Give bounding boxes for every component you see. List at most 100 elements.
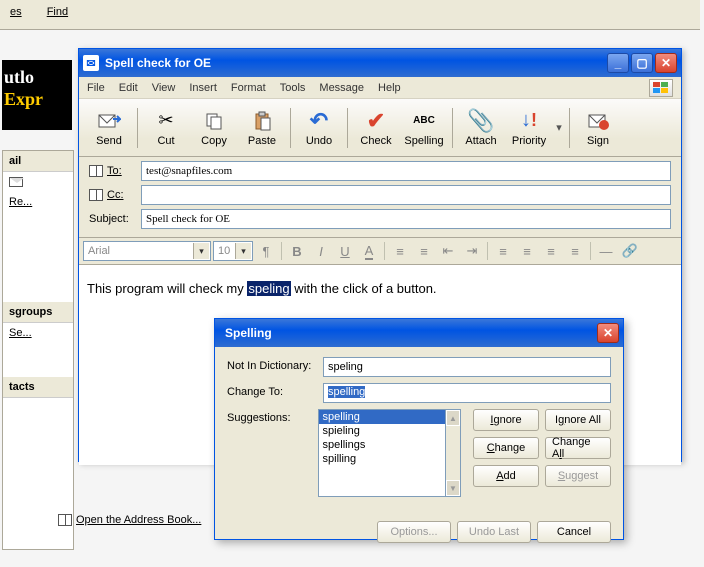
indent-button[interactable]: ⇥ xyxy=(461,240,483,262)
spelling-label: Spelling xyxy=(404,135,443,147)
header-fields: To: Cc: Subject: xyxy=(79,157,681,237)
sign-label: Sign xyxy=(587,135,609,147)
sidebar-re-link[interactable]: Re... xyxy=(3,192,73,212)
paperclip-icon: 📎 xyxy=(469,109,493,133)
link-button[interactable]: 🔗 xyxy=(619,240,641,262)
menu-file[interactable]: File xyxy=(87,82,105,94)
chevron-down-icon: ▾ xyxy=(193,243,209,259)
suggestion-item[interactable]: spellings xyxy=(319,438,445,452)
number-list-button[interactable]: ≡ xyxy=(389,240,411,262)
bg-menu-find[interactable]: Find xyxy=(47,6,68,18)
suggestions-list[interactable]: spelling spieling spellings spilling xyxy=(318,409,446,497)
menu-edit[interactable]: Edit xyxy=(119,82,138,94)
attach-label: Attach xyxy=(465,135,496,147)
font-size-combo[interactable]: 10▾ xyxy=(213,241,253,261)
change-button[interactable]: Change xyxy=(473,437,539,459)
spelling-close-button[interactable]: ✕ xyxy=(597,323,619,343)
options-button[interactable]: Options... xyxy=(377,521,451,543)
sidebar-se-link[interactable]: Se... xyxy=(3,323,73,343)
align-center-button[interactable]: ≡ xyxy=(516,240,538,262)
spelling-button[interactable]: ABC Spelling xyxy=(400,102,448,154)
align-right-button[interactable]: ≡ xyxy=(540,240,562,262)
bg-menu-es[interactable]: es xyxy=(10,6,22,18)
address-book-icon xyxy=(58,514,72,526)
cc-input[interactable] xyxy=(141,185,671,205)
font-color-button[interactable]: A xyxy=(358,240,380,262)
suggestion-item[interactable]: spelling xyxy=(319,410,445,424)
address-book-label: Open the Address Book... xyxy=(76,514,201,526)
bg-sidebar: ail Re... sgroups Se... tacts xyxy=(2,150,74,550)
spelling-titlebar[interactable]: Spelling ✕ xyxy=(215,319,623,347)
not-in-dict-value: speling xyxy=(323,357,611,377)
cut-button[interactable]: ✂ Cut xyxy=(142,102,190,154)
suggestions-scrollbar[interactable]: ▲ ▼ xyxy=(446,409,461,497)
close-button[interactable]: ✕ xyxy=(655,53,677,73)
sidebar-mail-item[interactable] xyxy=(3,172,73,192)
scroll-down-icon[interactable]: ▼ xyxy=(446,480,460,496)
format-toolbar: Arial▾ 10▾ ¶ B I U A ≡ ≡ ⇤ ⇥ ≡ ≡ ≡ ≡ — 🔗 xyxy=(79,237,681,265)
suggestion-item[interactable]: spieling xyxy=(319,424,445,438)
italic-button[interactable]: I xyxy=(310,240,332,262)
menu-view[interactable]: View xyxy=(152,82,176,94)
spelling-dialog: Spelling ✕ Not In Dictionary: speling Ch… xyxy=(214,318,624,540)
outlook-express-logo: utlo Expr xyxy=(2,60,72,130)
paste-button[interactable]: Paste xyxy=(238,102,286,154)
chevron-down-icon: ▾ xyxy=(235,243,251,259)
bold-button[interactable]: B xyxy=(286,240,308,262)
scroll-up-icon[interactable]: ▲ xyxy=(446,410,460,426)
underline-button[interactable]: U xyxy=(334,240,356,262)
scissors-icon: ✂ xyxy=(154,109,178,133)
priority-dropdown[interactable]: ▾ xyxy=(553,121,565,134)
copy-label: Copy xyxy=(201,135,227,147)
paragraph-style-button[interactable]: ¶ xyxy=(255,240,277,262)
copy-button[interactable]: Copy xyxy=(190,102,238,154)
menu-insert[interactable]: Insert xyxy=(189,82,217,94)
sidebar-mail-header: ail xyxy=(3,151,73,172)
undo-button[interactable]: ↶ Undo xyxy=(295,102,343,154)
font-combo[interactable]: Arial▾ xyxy=(83,241,211,261)
paste-label: Paste xyxy=(248,135,276,147)
open-address-book-link[interactable]: Open the Address Book... xyxy=(58,514,201,526)
undo-last-button: Undo Last xyxy=(457,521,531,543)
outdent-button[interactable]: ⇤ xyxy=(437,240,459,262)
sign-button[interactable]: Sign xyxy=(574,102,622,154)
window-title: Spell check for OE xyxy=(105,56,605,70)
body-text-post: with the click of a button. xyxy=(291,281,437,296)
cancel-button[interactable]: Cancel xyxy=(537,521,611,543)
priority-button[interactable]: ↓! Priority xyxy=(505,102,553,154)
menu-tools[interactable]: Tools xyxy=(280,82,306,94)
cut-label: Cut xyxy=(157,135,174,147)
ignore-button[interactable]: Ignore xyxy=(473,409,539,431)
window-icon: ✉ xyxy=(83,55,99,71)
bullet-list-button[interactable]: ≡ xyxy=(413,240,435,262)
sidebar-groups-header: sgroups xyxy=(3,302,73,323)
to-input[interactable] xyxy=(141,161,671,181)
align-left-button[interactable]: ≡ xyxy=(492,240,514,262)
sign-icon xyxy=(586,109,610,133)
change-all-button[interactable]: Change All xyxy=(545,437,611,459)
change-to-input[interactable]: spelling xyxy=(323,383,611,403)
undo-label: Undo xyxy=(306,135,332,147)
menu-help[interactable]: Help xyxy=(378,82,401,94)
hr-button[interactable]: — xyxy=(595,240,617,262)
add-button[interactable]: Add xyxy=(473,465,539,487)
titlebar[interactable]: ✉ Spell check for OE _ ▢ ✕ xyxy=(79,49,681,77)
suggestion-item[interactable]: spilling xyxy=(319,452,445,466)
windows-flag-icon xyxy=(649,79,673,97)
ignore-all-button[interactable]: Ignore All xyxy=(545,409,611,431)
send-button[interactable]: Send xyxy=(85,102,133,154)
attach-button[interactable]: 📎 Attach xyxy=(457,102,505,154)
cc-label[interactable]: Cc: xyxy=(89,189,141,201)
envelope-icon xyxy=(9,177,23,187)
menu-message[interactable]: Message xyxy=(319,82,364,94)
maximize-button[interactable]: ▢ xyxy=(631,53,653,73)
align-justify-button[interactable]: ≡ xyxy=(564,240,586,262)
book-icon xyxy=(89,189,103,201)
to-label[interactable]: To: xyxy=(89,165,141,177)
spelling-icon: ABC xyxy=(412,109,436,133)
subject-input[interactable] xyxy=(141,209,671,229)
paste-icon xyxy=(250,109,274,133)
check-button[interactable]: ✔ Check xyxy=(352,102,400,154)
menu-format[interactable]: Format xyxy=(231,82,266,94)
minimize-button[interactable]: _ xyxy=(607,53,629,73)
